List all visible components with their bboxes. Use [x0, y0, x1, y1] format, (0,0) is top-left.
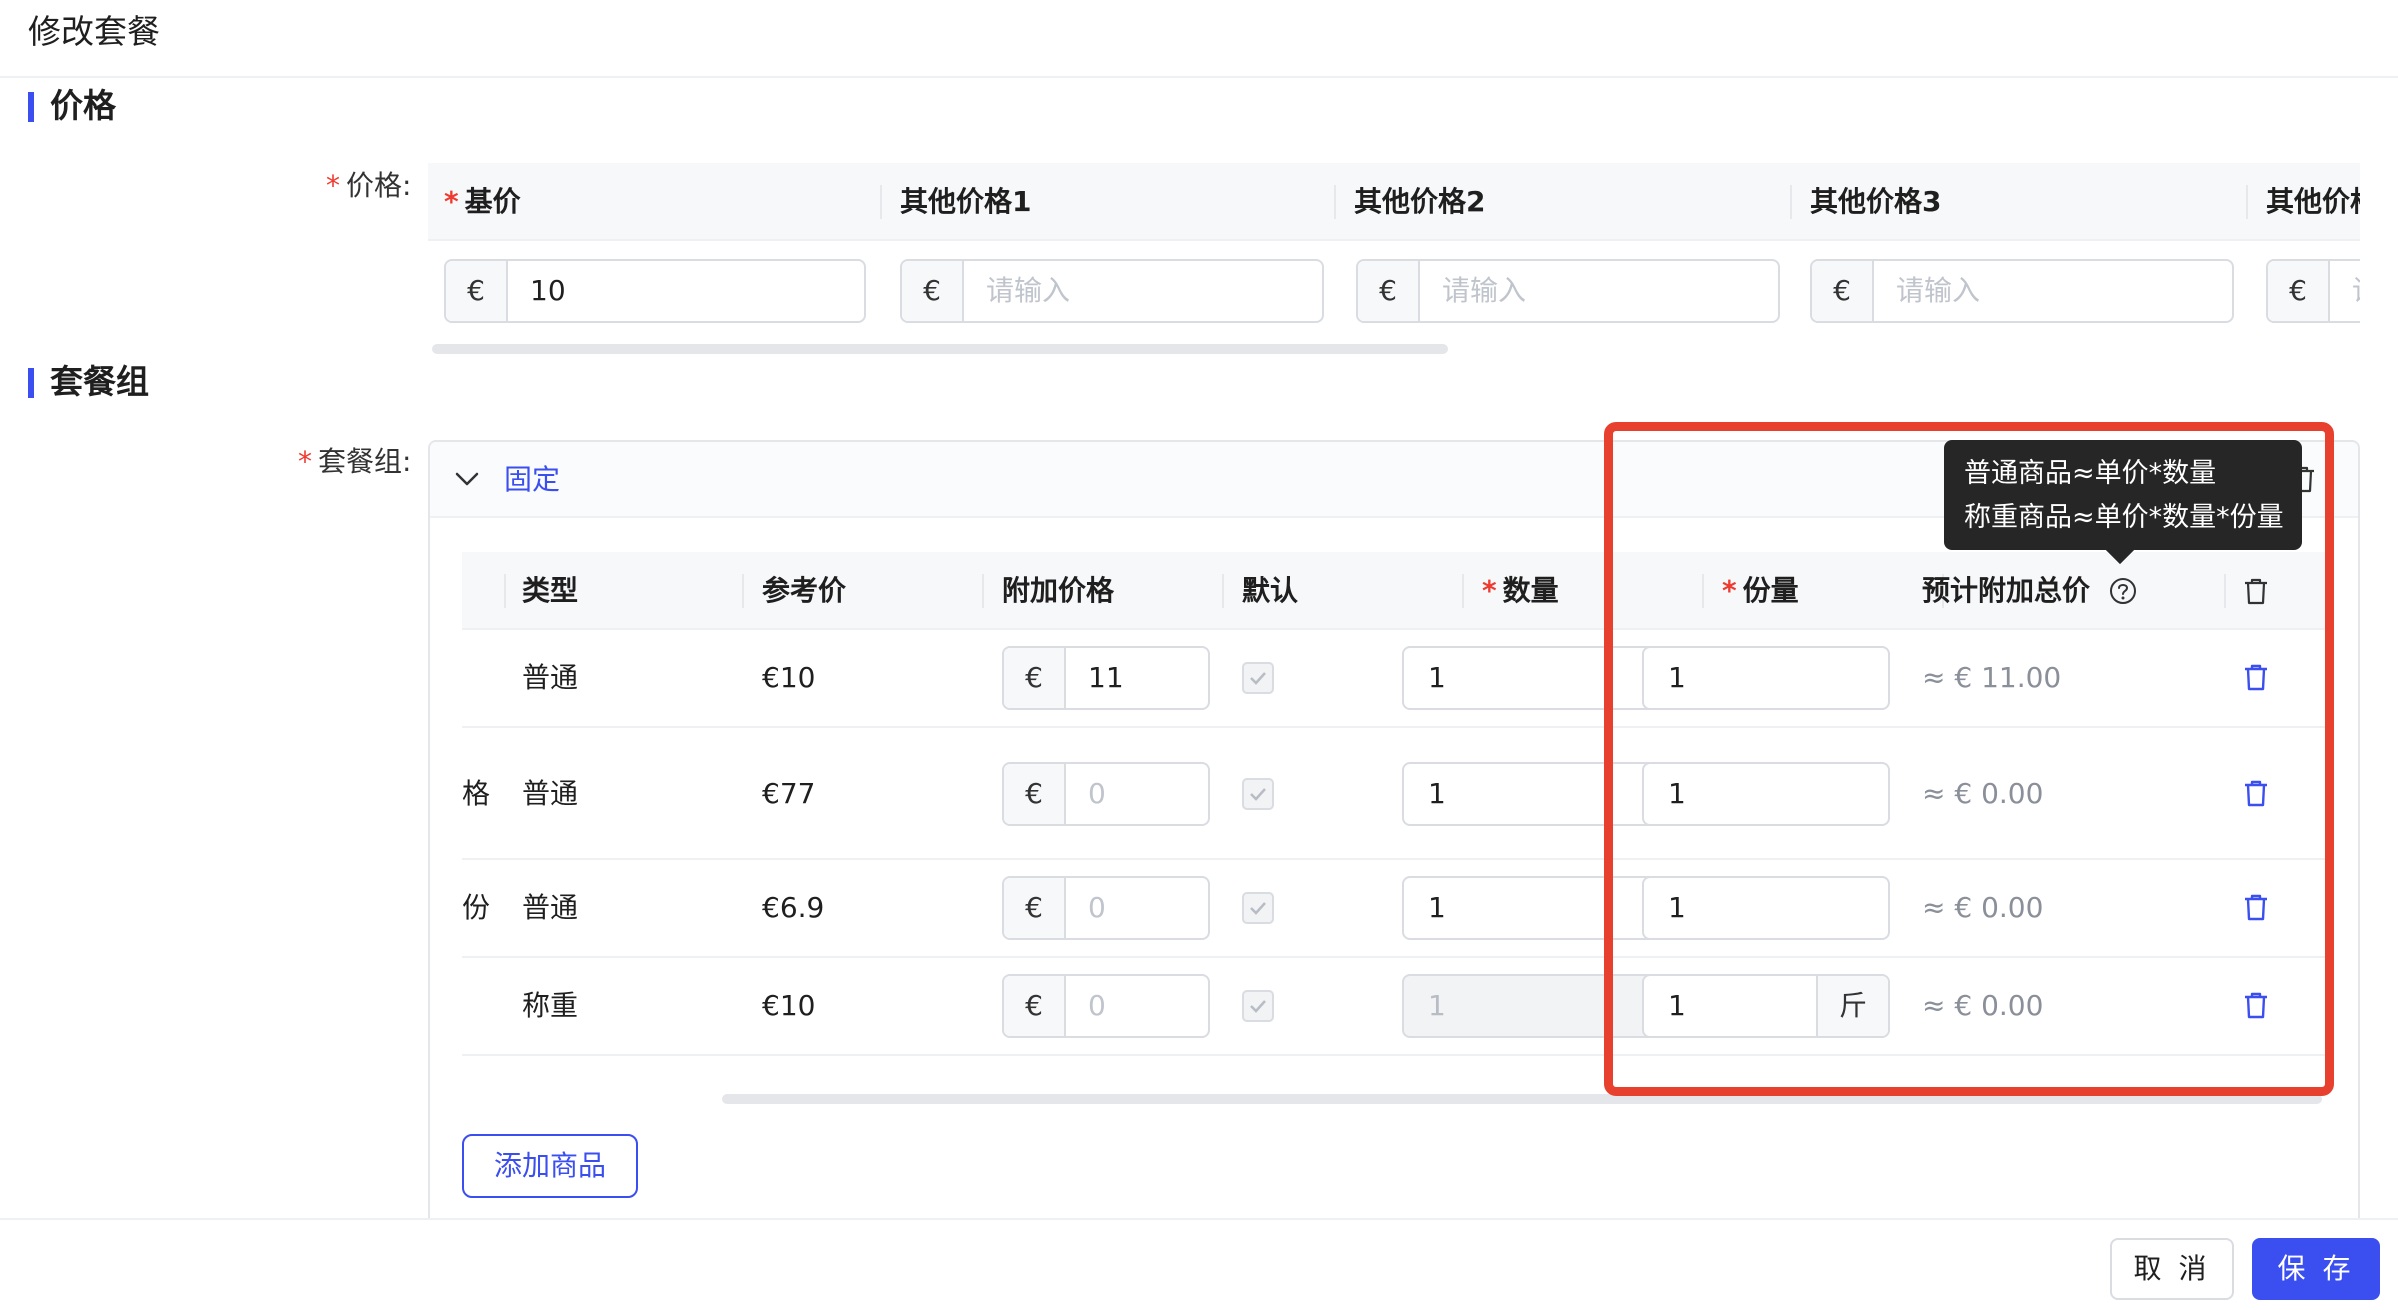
portion-input[interactable]: 1	[1642, 876, 1890, 940]
product-table-header: 类型 参考价 附加价格 默认 * 数量 * 份量 预计附加总价	[462, 552, 2326, 630]
portion-input[interactable]: 1 斤	[1642, 974, 1890, 1038]
help-circle-icon[interactable]	[2108, 576, 2138, 606]
col-default: 默认	[1242, 574, 1299, 607]
group-name: 固定	[504, 463, 561, 496]
est-total: ≈ € 0.00	[1922, 989, 2044, 1022]
portion-unit: 斤	[1816, 976, 1888, 1036]
base-price-input[interactable]: € 10	[444, 259, 866, 323]
footer-bar: 取 消 保 存	[0, 1218, 2398, 1310]
est-total: ≈ € 0.00	[1922, 891, 2044, 924]
other-price-4-input[interactable]: € 请输入	[2266, 259, 2360, 323]
cancel-button[interactable]: 取 消	[2110, 1238, 2234, 1300]
quantity-input[interactable]: 1	[1402, 762, 1662, 826]
extra-price-input[interactable]: € 11	[1002, 646, 1210, 710]
table-row: 普通 €10 € 11 1 1 ≈ € 11.00	[462, 630, 2326, 728]
col-est-total: 预计附加总价	[1922, 574, 2091, 607]
col-other-price-3: 其他价格3	[1810, 185, 1942, 218]
col-ref-price: 参考价	[762, 574, 847, 607]
group-section-title: 套餐组	[28, 360, 149, 404]
col-other-price-4: 其他价格4	[2266, 185, 2360, 218]
col-other-price-2: 其他价格2	[1354, 185, 1486, 218]
extra-price-input[interactable]: € 0	[1002, 876, 1210, 940]
currency-prefix: €	[902, 261, 964, 321]
product-table: 类型 参考价 附加价格 默认 * 数量 * 份量 预计附加总价 普通 €10 € 1…	[462, 552, 2326, 1108]
extra-price-input[interactable]: € 0	[1002, 974, 1210, 1038]
save-button[interactable]: 保 存	[2252, 1238, 2380, 1300]
currency-prefix: €	[1812, 261, 1874, 321]
price-field-label: * 价格:	[326, 168, 411, 204]
page-title: 修改套餐	[28, 12, 160, 51]
price-table: *基价 其他价格1 其他价格2 其他价格3 其他价格4 € 10 € 请输入 €…	[428, 163, 2360, 353]
chevron-down-icon[interactable]	[452, 464, 482, 494]
col-quantity: * 数量	[1482, 574, 1559, 607]
trash-icon[interactable]	[2242, 990, 2270, 1020]
currency-prefix: €	[2268, 261, 2330, 321]
required-mark: *	[326, 169, 340, 202]
quantity-input-disabled: 1	[1402, 974, 1662, 1038]
price-table-scrollbar[interactable]	[432, 344, 1448, 354]
tooltip-line-1: 普通商品≈单价*数量	[1964, 458, 2217, 489]
table-row: 份 普通 €6.9 € 0 1 1 ≈ € 0.00	[462, 860, 2326, 958]
group-field-label: * 套餐组:	[298, 445, 412, 478]
trash-icon[interactable]	[2242, 778, 2270, 808]
extra-price-input[interactable]: € 0	[1002, 762, 1210, 826]
page-header: 修改套餐	[0, 0, 2398, 78]
default-checkbox[interactable]	[1242, 778, 1274, 810]
default-checkbox[interactable]	[1242, 662, 1274, 694]
default-checkbox[interactable]	[1242, 990, 1274, 1022]
est-total: ≈ € 0.00	[1922, 777, 2044, 810]
currency-prefix: €	[1358, 261, 1420, 321]
col-base-price: * 基价	[444, 185, 521, 218]
other-price-1-input[interactable]: € 请输入	[900, 259, 1324, 323]
currency-prefix: €	[446, 261, 508, 321]
quantity-input[interactable]: 1	[1402, 646, 1662, 710]
price-label-text: 价格:	[346, 169, 412, 202]
formula-tooltip: 普通商品≈单价*数量 称重商品≈单价*数量*份量	[1944, 440, 2302, 550]
table-row: 称重 €10 € 0 1 1 斤 ≈ € 0.00	[462, 958, 2326, 1056]
trash-icon[interactable]	[2242, 892, 2270, 922]
trash-icon[interactable]	[2242, 576, 2270, 606]
other-price-2-input[interactable]: € 请输入	[1356, 259, 1780, 323]
quantity-input[interactable]: 1	[1402, 876, 1662, 940]
trash-icon[interactable]	[2242, 662, 2270, 692]
product-table-scrollbar[interactable]	[722, 1094, 2322, 1104]
col-portion: * 份量	[1722, 574, 1799, 607]
est-total: ≈ € 11.00	[1922, 661, 2062, 694]
tooltip-line-2: 称重商品≈单价*数量*份量	[1964, 502, 2284, 533]
col-extra-price: 附加价格	[1002, 574, 1115, 607]
add-product-button[interactable]: 添加商品	[462, 1134, 638, 1198]
col-type: 类型	[522, 574, 579, 607]
portion-input[interactable]: 1	[1642, 762, 1890, 826]
portion-input[interactable]: 1	[1642, 646, 1890, 710]
table-row: 格 普通 €77 € 0 1 1 ≈ € 0.00	[462, 728, 2326, 860]
default-checkbox[interactable]	[1242, 892, 1274, 924]
other-price-3-input[interactable]: € 请输入	[1810, 259, 2234, 323]
col-other-price-1: 其他价格1	[900, 185, 1032, 218]
price-table-header: *基价 其他价格1 其他价格2 其他价格3 其他价格4	[428, 163, 2360, 241]
price-section-title: 价格	[28, 84, 116, 128]
